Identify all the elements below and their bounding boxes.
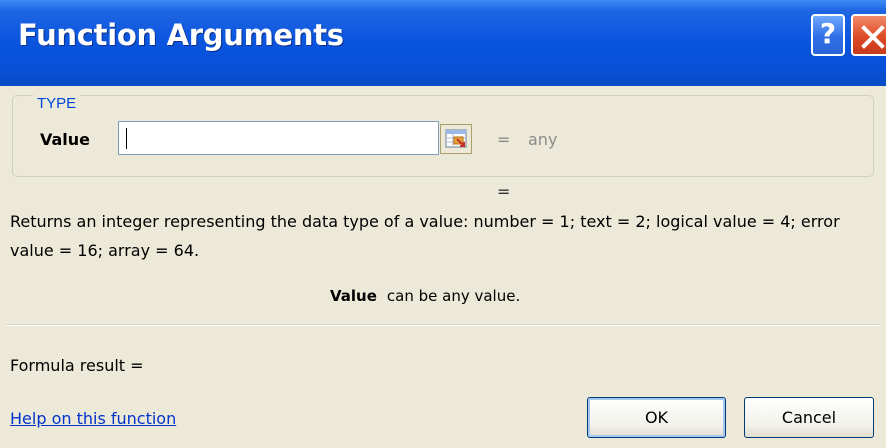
value-argument-label: Value [40,130,91,149]
separator [6,324,880,325]
collapse-dialog-button[interactable] [440,124,472,154]
title-bar[interactable]: Function Arguments ? [0,0,886,86]
dialog-title: Function Arguments [18,18,344,52]
group-legend: TYPE [33,95,81,112]
cancel-button[interactable]: Cancel [744,397,874,438]
ok-button[interactable]: OK [587,397,726,438]
value-argument-input[interactable] [118,121,439,155]
text-caret [126,128,127,149]
argument-help-name: Value [330,287,377,305]
close-button[interactable] [851,14,886,56]
help-button[interactable]: ? [811,14,845,56]
formula-result-label: Formula result = [10,356,144,375]
question-mark-icon: ? [819,17,837,50]
argument-help-text: can be any value. [386,287,521,305]
function-arguments-dialog: Function Arguments ? TYPE Value = any = … [0,0,886,448]
range-select-icon [445,129,467,148]
function-result-equals: = [497,182,511,201]
argument-evaluated-value: any [528,130,558,149]
argument-help: Value can be any value. [330,287,520,305]
argument-equals-sign: = [497,130,511,149]
close-icon [861,25,885,49]
help-on-function-link[interactable]: Help on this function [10,409,176,428]
function-description: Returns an integer representing the data… [10,212,840,260]
